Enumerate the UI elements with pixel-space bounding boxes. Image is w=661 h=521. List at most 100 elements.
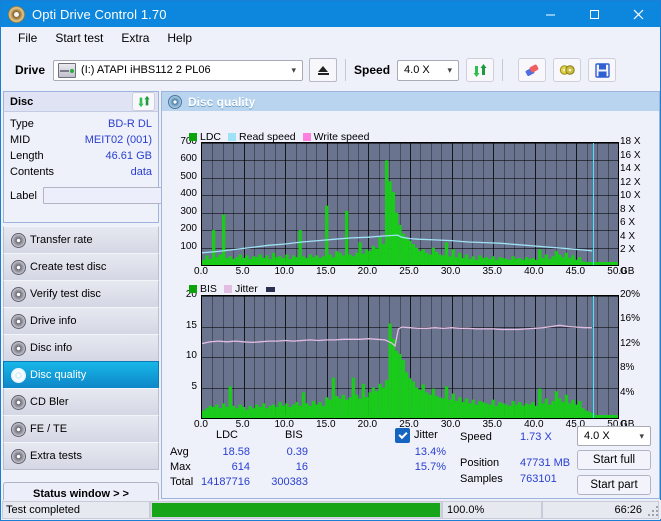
fe-te-icon: [11, 421, 26, 437]
menu-item-extra[interactable]: Extra: [112, 29, 158, 47]
sidebar-item-label: Disc info: [30, 342, 73, 354]
legend-swatch-marker: [265, 286, 275, 292]
sidebar-item-transfer-rate[interactable]: Transfer rate: [3, 226, 159, 254]
sidebar-item-disc-info[interactable]: Disc info: [3, 334, 159, 362]
legend-label-read-speed: Read speed: [239, 131, 296, 143]
window-controls: [528, 1, 660, 27]
y2-tick: 6 X: [620, 217, 636, 229]
erase-icon: [525, 64, 538, 76]
sidebar-item-label: FE / TE: [30, 423, 68, 435]
menu-item-help[interactable]: Help: [158, 29, 201, 47]
sidebar-item-disc-quality[interactable]: Disc quality: [3, 361, 159, 389]
y-tick: 100: [180, 240, 197, 252]
drive-select[interactable]: (I:) ATAPI iHBS112 2 PL06 ▾: [53, 59, 304, 81]
sidebar-item-cd-bler[interactable]: CD Bler: [3, 388, 159, 416]
disc-type-value: BD-R DL: [107, 118, 152, 130]
title-bar: Opti Drive Control 1.70: [1, 1, 660, 27]
chevron-down-icon: ▾: [291, 64, 297, 75]
sidebar-item-label: Drive info: [30, 315, 77, 327]
transfer-rate-icon: [11, 232, 26, 248]
samples-label: Samples: [460, 473, 503, 485]
jitter-checkbox[interactable]: [395, 428, 410, 443]
y2-tick: 12%: [620, 337, 641, 349]
save-button[interactable]: [588, 58, 617, 82]
create-test-disc-icon: [11, 259, 26, 275]
disc-row-type: Type BD-R DL: [10, 116, 152, 132]
x-tick: 15.0: [316, 419, 336, 430]
x-tick: 20.0: [357, 419, 378, 430]
x-tick: 5.0: [235, 266, 250, 277]
sidebar-item-verify-test-disc[interactable]: Verify test disc: [3, 280, 159, 308]
results-avg-ldc: 18.58: [222, 446, 250, 458]
y2-tick: 4%: [620, 386, 635, 398]
progress-fill: [152, 502, 440, 517]
y-tick: 500: [180, 170, 197, 182]
x-tick: 35.0: [482, 419, 502, 430]
menu-item-file[interactable]: File: [9, 29, 46, 47]
disc-contents-label: Contents: [10, 166, 55, 178]
resize-grip[interactable]: [648, 506, 658, 516]
start-part-button[interactable]: Start part: [577, 475, 651, 495]
disc-refresh-button[interactable]: [132, 92, 155, 111]
disc-info-icon: [11, 340, 26, 356]
minimize-icon[interactable]: [528, 1, 572, 27]
start-full-button[interactable]: Start full: [577, 450, 651, 470]
legend-swatch-read-speed: [228, 133, 237, 141]
ldc-plot-area: [201, 142, 619, 266]
bis-plot-area: [201, 295, 619, 419]
menu-item-start-test[interactable]: Start test: [46, 29, 112, 47]
verify-test-disc-icon: [11, 286, 26, 302]
progress-bar: [150, 500, 442, 519]
sidebar-item-create-test-disc[interactable]: Create test disc: [3, 253, 159, 281]
speed-select[interactable]: 4.0 X ▾: [397, 59, 460, 81]
x-tick: 0.0: [194, 419, 208, 430]
results-total-ldc: 14187716: [201, 476, 250, 488]
position-label: Position: [460, 457, 500, 469]
results-max-ldc: 614: [231, 461, 250, 473]
disc-mid-label: MID: [10, 134, 31, 146]
jitter-avg-value: 13.4%: [414, 446, 446, 458]
legend-swatch-ldc: [189, 133, 197, 141]
nav-list: Transfer rate Create test disc Verify te…: [3, 226, 159, 470]
status-bar: Test completed 100.0% 66:26: [2, 500, 661, 519]
toolbar-divider: [345, 59, 347, 81]
test-speed-select[interactable]: 4.0 X ▾: [577, 426, 651, 446]
x-tick: 35.0: [482, 266, 502, 277]
drive-icon: [58, 62, 77, 78]
results-col-bis: BIS: [285, 429, 303, 441]
y-tick: 5: [191, 380, 197, 392]
legend-ldc: LDC: [189, 131, 221, 143]
sidebar-item-extra-tests[interactable]: Extra tests: [3, 442, 159, 470]
disc-row-mid: MID MEIT02 (001): [10, 132, 152, 148]
test-speed-value: 4.0 X: [584, 430, 610, 442]
legend-swatch-jitter: [223, 285, 232, 293]
elapsed-time: 66:26: [542, 500, 659, 519]
sidebar-item-fe-te[interactable]: FE / TE: [3, 415, 159, 443]
refresh-button[interactable]: [466, 58, 495, 82]
app-disc-icon: [8, 5, 25, 23]
legend-label-bis: BIS: [200, 283, 217, 295]
legend-swatch-bis: [189, 285, 197, 293]
sidebar-item-label: Transfer rate: [30, 234, 93, 246]
close-icon[interactable]: [616, 1, 660, 27]
status-message: Test completed: [2, 500, 150, 519]
y-tick: 10: [185, 350, 197, 361]
x-tick: 30.0: [440, 266, 461, 277]
samples-value: 763101: [520, 473, 557, 485]
maximize-icon[interactable]: [572, 1, 616, 27]
left-panel: Disc Type BD-R DL MID MEIT02 (001) Lengt…: [3, 91, 248, 506]
x-tick: 40.0: [524, 266, 544, 277]
sidebar-item-drive-info[interactable]: Drive info: [3, 307, 159, 335]
disc-label-row: Label: [10, 184, 248, 207]
bitsetting-button[interactable]: [553, 58, 582, 82]
drive-label: Drive: [15, 63, 46, 77]
eject-icon: [318, 65, 329, 72]
bis-legend: BIS Jitter: [189, 283, 278, 295]
save-icon: [594, 62, 610, 78]
erase-button[interactable]: [518, 58, 547, 82]
bitsetting-icon: [559, 64, 575, 75]
sidebar-item-label: Verify test disc: [30, 288, 101, 300]
eject-button[interactable]: [309, 58, 338, 82]
y-tick: 15: [185, 319, 197, 331]
y2-tick: 8 X: [620, 203, 636, 215]
